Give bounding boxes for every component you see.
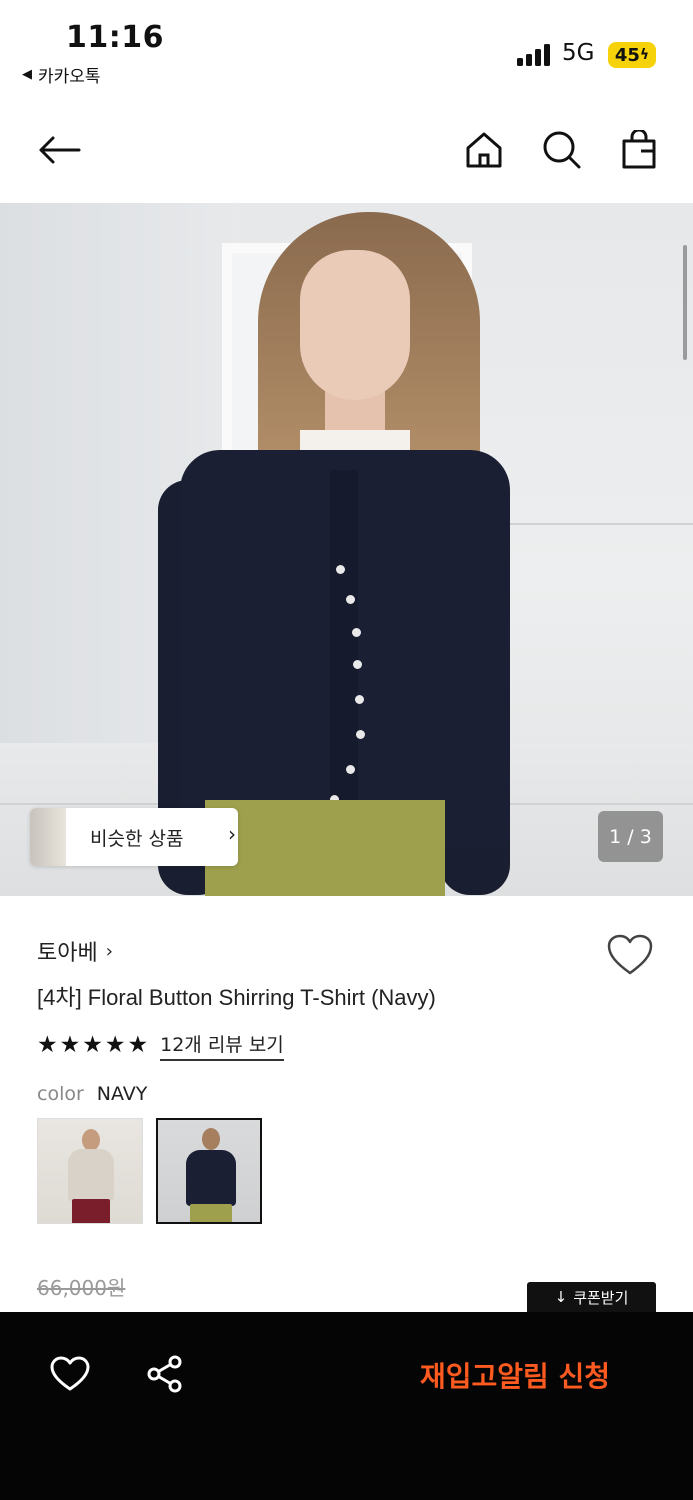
- star-icon: ★: [82, 1032, 103, 1058]
- similar-product-thumbnail: [30, 808, 66, 866]
- chevron-right-icon: ›: [105, 940, 113, 962]
- back-triangle-icon: ◀: [22, 67, 32, 82]
- rating-row: ★ ★ ★ ★ ★ 12개 리뷰 보기: [37, 1030, 284, 1061]
- product-title: [4차] Floral Button Shirring T-Shirt (Nav…: [37, 985, 436, 1010]
- brand-link[interactable]: 토아베 ›: [37, 935, 113, 967]
- cardigan-button: [352, 628, 361, 637]
- cardigan-button: [356, 730, 365, 739]
- cart-button[interactable]: [615, 126, 663, 174]
- share-button[interactable]: [143, 1352, 187, 1396]
- view-reviews-link[interactable]: 12개 리뷰 보기: [160, 1030, 284, 1061]
- color-swatch-option[interactable]: [37, 1118, 143, 1224]
- swatch-model-top: [186, 1150, 236, 1206]
- swatch-model-pants: [190, 1204, 232, 1222]
- back-to-app-link[interactable]: ◀ 카카오톡: [22, 62, 101, 87]
- search-button[interactable]: [538, 126, 586, 174]
- heart-outline-icon: [607, 934, 653, 975]
- star-icon: ★: [59, 1032, 81, 1058]
- search-icon: [543, 131, 581, 169]
- cardigan-button: [346, 595, 355, 604]
- cardigan-button: [353, 660, 362, 669]
- bottom-action-bar: [0, 1312, 693, 1500]
- swatch-model-top: [68, 1149, 114, 1201]
- cardigan-button: [336, 565, 345, 574]
- clock: 11:16: [66, 20, 164, 55]
- cardigan-button: [355, 695, 364, 704]
- wishlist-button[interactable]: [606, 933, 654, 977]
- bottom-wishlist-button[interactable]: [48, 1352, 92, 1396]
- star-icon: ★: [104, 1032, 126, 1058]
- charging-icon: ϟ: [639, 47, 650, 63]
- page-scrollbar[interactable]: [683, 245, 687, 360]
- back-button[interactable]: [35, 126, 83, 174]
- swatch-model-head: [202, 1128, 220, 1150]
- original-price: 66,000원: [37, 1276, 126, 1300]
- battery-level: 45: [614, 44, 640, 66]
- star-icon: ★: [37, 1032, 58, 1058]
- cardigan-button: [346, 765, 355, 774]
- color-label: color: [37, 1083, 84, 1105]
- swatch-model-head: [82, 1129, 100, 1151]
- model-pants: [205, 800, 445, 896]
- similar-products-button[interactable]: 비슷한 상품 ›: [30, 808, 238, 866]
- back-arrow-icon: [39, 136, 81, 164]
- home-button[interactable]: [460, 126, 508, 174]
- chevron-right-icon: ›: [228, 822, 236, 846]
- network-type: 5G: [562, 40, 595, 66]
- image-page-indicator: 1 / 3: [598, 811, 663, 862]
- coupon-label: 쿠폰받기: [573, 1288, 629, 1307]
- wall-line: [480, 523, 693, 525]
- share-icon: [147, 1355, 182, 1393]
- star-icon: ★: [127, 1032, 149, 1058]
- signal-icon: [517, 44, 551, 66]
- similar-products-label: 비슷한 상품: [90, 828, 184, 850]
- swatch-model-pants: [72, 1199, 110, 1223]
- heart-outline-icon: [50, 1356, 90, 1391]
- home-icon: [466, 132, 502, 168]
- model-face: [300, 250, 410, 400]
- color-selection-row: color NAVY: [37, 1083, 147, 1105]
- download-arrow-icon: ↓: [554, 1288, 568, 1306]
- shopping-bag-icon: [622, 130, 656, 169]
- battery-indicator: 45 ϟ: [608, 42, 656, 68]
- restock-alert-button[interactable]: 재입고알림 신청: [400, 1355, 630, 1395]
- selected-color-value: NAVY: [96, 1083, 148, 1105]
- color-swatch-option-selected[interactable]: [156, 1118, 262, 1224]
- top-nav-bar: [0, 110, 693, 190]
- status-bar: 11:16 ◀ 카카오톡 5G 45 ϟ: [0, 0, 693, 100]
- back-app-label: 카카오톡: [38, 67, 101, 87]
- brand-name: 토아베: [37, 941, 98, 966]
